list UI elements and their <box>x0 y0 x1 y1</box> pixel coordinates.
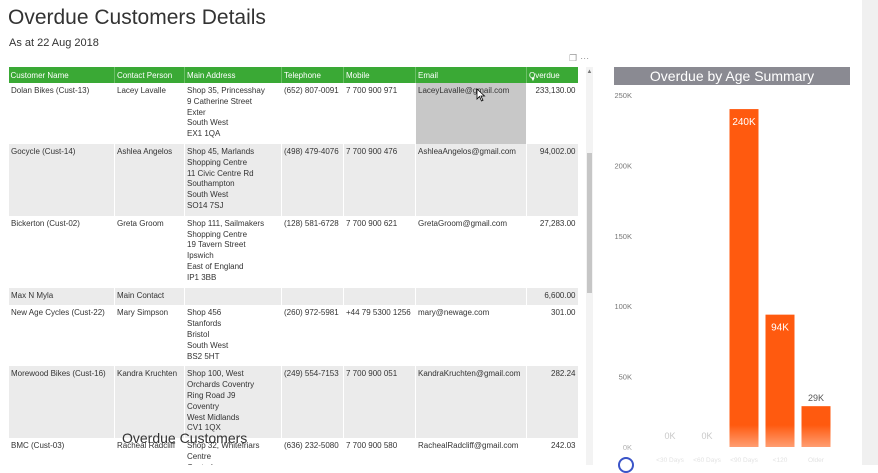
scroll-up-icon[interactable]: ▲ <box>586 69 593 75</box>
cell-main-address[interactable]: Shop 45, Marlands Shopping Centre 11 Civ… <box>184 143 282 216</box>
sort-descending-icon: ▼ <box>530 77 536 83</box>
cell-customer-name[interactable]: Dolan Bikes (Cust-13) <box>8 83 115 144</box>
table-scrollbar[interactable]: ▲ <box>586 67 593 465</box>
cell-main-address[interactable]: Shop 35, Princesshay 9 Catherine Street … <box>184 83 282 144</box>
cell-mobile[interactable]: 7 700 900 971 <box>343 83 416 144</box>
cell-overdue[interactable]: 242.03 <box>526 438 578 465</box>
column-header-mobile[interactable]: Mobile <box>343 67 416 83</box>
focus-mode-icon[interactable]: ❐ <box>569 53 580 63</box>
column-header-overdue[interactable]: Overdue ▼ <box>526 67 578 83</box>
cell-telephone[interactable]: (260) 972-5981 <box>281 305 344 367</box>
table-row[interactable]: Dolan Bikes (Cust-13) Lacey Lavalle Shop 3… <box>8 83 578 144</box>
cell-customer-name[interactable]: Morewood Bikes (Cust-16) <box>8 366 115 439</box>
cell-email[interactable] <box>415 287 527 306</box>
data-label: 240K <box>732 117 756 128</box>
cell-overdue[interactable]: 282.24 <box>526 366 578 439</box>
column-header-email[interactable]: Email <box>415 67 527 83</box>
column-header-telephone[interactable]: Telephone <box>281 67 344 83</box>
cell-email[interactable]: mary@newage.com <box>415 305 527 367</box>
cell-contact-person[interactable]: Lacey Lavalle <box>114 83 185 144</box>
cell-customer-name[interactable]: New Age Cycles (Cust-22) <box>8 305 115 367</box>
customers-table: Customer Name Contact Person Main Addres… <box>8 67 578 465</box>
cell-contact-person[interactable]: Greta Groom <box>114 215 185 288</box>
data-label: 94K <box>771 323 789 334</box>
cell-telephone[interactable] <box>281 287 344 306</box>
y-tick-label: 200K <box>614 161 632 170</box>
y-tick-label: 150K <box>614 232 632 241</box>
cell-customer-name[interactable]: Bickerton (Cust-02) <box>8 215 115 288</box>
mouse-pointer-icon <box>476 88 486 102</box>
cell-main-address[interactable]: Shop 456 Stanfords Bristol South West BS… <box>184 305 282 367</box>
bottom-fade-overlay <box>603 425 862 465</box>
table-header-row: Customer Name Contact Person Main Addres… <box>8 67 578 83</box>
chart-title: Overdue by Age Summary <box>614 67 850 85</box>
cell-email[interactable]: AshleaAngelos@gmail.com <box>415 143 527 216</box>
page-subtitle: As at 22 Aug 2018 <box>9 37 99 49</box>
cell-overdue[interactable]: 94,002.00 <box>526 143 578 216</box>
y-tick-label: 250K <box>614 91 632 100</box>
column-header-contact-person[interactable]: Contact Person <box>114 67 185 83</box>
more-options-icon[interactable]: ⋯ <box>580 53 592 63</box>
cell-mobile[interactable] <box>343 287 416 306</box>
right-pane-edge <box>862 0 878 465</box>
cell-main-address[interactable]: Shop 100, West Orchards Coventry Ring Ro… <box>184 366 282 439</box>
table-row[interactable]: Bickerton (Cust-02) Greta Groom Shop 111, … <box>8 215 578 288</box>
cell-mobile[interactable]: 7 700 900 476 <box>343 143 416 216</box>
cell-telephone[interactable]: (128) 581-6728 <box>281 215 344 288</box>
cell-overdue[interactable]: 301.00 <box>526 305 578 367</box>
y-tick-label: 100K <box>614 302 632 311</box>
cell-customer-name[interactable]: Max N Myla <box>8 287 115 306</box>
cell-main-address[interactable]: Shop 111, Sailmakers Shopping Centre 19 … <box>184 215 282 288</box>
cell-telephone[interactable]: (636) 232-5080 <box>281 438 344 465</box>
page-title: Overdue Customers Details <box>8 6 266 29</box>
customers-table-visual: Customer Name Contact Person Main Addres… <box>8 67 586 465</box>
cell-email[interactable]: RachealRadcliff@gmail.com <box>415 438 527 465</box>
cell-telephone[interactable]: (249) 554-7153 <box>281 366 344 439</box>
table-row[interactable]: Morewood Bikes (Cust-16) Kandra Kruchten S… <box>8 366 578 439</box>
cell-main-address[interactable] <box>184 287 282 306</box>
cell-email[interactable]: KandraKruchten@gmail.com <box>415 366 527 439</box>
chart-bar[interactable] <box>729 109 759 447</box>
table-caption: Overdue Customers <box>122 430 248 446</box>
cell-telephone[interactable]: (652) 807-0091 <box>281 83 344 144</box>
cell-mobile[interactable]: 7 700 900 580 <box>343 438 416 465</box>
cell-contact-person[interactable]: Ashlea Angelos <box>114 143 185 216</box>
column-header-main-address[interactable]: Main Address <box>184 67 282 83</box>
data-label: 29K <box>808 393 824 403</box>
table-row[interactable]: Max N Myla Main Contact 6,600.00 <box>8 287 578 306</box>
busy-indicator-icon <box>618 457 634 473</box>
cell-mobile[interactable]: +44 79 5300 1256 <box>343 305 416 367</box>
column-header-customer-name[interactable]: Customer Name <box>8 67 115 83</box>
cell-contact-person[interactable]: Kandra Kruchten <box>114 366 185 439</box>
y-tick-label: 50K <box>619 373 632 382</box>
cell-overdue[interactable]: 233,130.00 <box>526 83 578 144</box>
cell-mobile[interactable]: 7 700 900 621 <box>343 215 416 288</box>
scrollbar-thumb[interactable] <box>587 153 592 293</box>
cell-email[interactable]: GretaGroom@gmail.com <box>415 215 527 288</box>
cell-mobile[interactable]: 7 700 900 051 <box>343 366 416 439</box>
cell-contact-person[interactable]: Main Contact <box>114 287 185 306</box>
visual-header: ❐⋯ <box>569 53 592 64</box>
table-row[interactable]: Gocycle (Cust-14) Ashlea Angelos Shop 45, … <box>8 143 578 216</box>
cell-overdue[interactable]: 6,600.00 <box>526 287 578 306</box>
cell-email[interactable]: LaceyLavalle@gmail.com <box>415 83 527 144</box>
table-row[interactable]: BMC (Cust-03) Racheal Radcliff Shop 32, Wh… <box>8 438 578 465</box>
cell-customer-name[interactable]: Gocycle (Cust-14) <box>8 143 115 216</box>
cell-telephone[interactable]: (498) 479-4076 <box>281 143 344 216</box>
cell-overdue[interactable]: 27,283.00 <box>526 215 578 288</box>
cell-contact-person[interactable]: Mary Simpson <box>114 305 185 367</box>
table-row[interactable]: New Age Cycles (Cust-22) Mary Simpson Shop… <box>8 305 578 367</box>
cell-customer-name[interactable]: BMC (Cust-03) <box>8 438 115 465</box>
